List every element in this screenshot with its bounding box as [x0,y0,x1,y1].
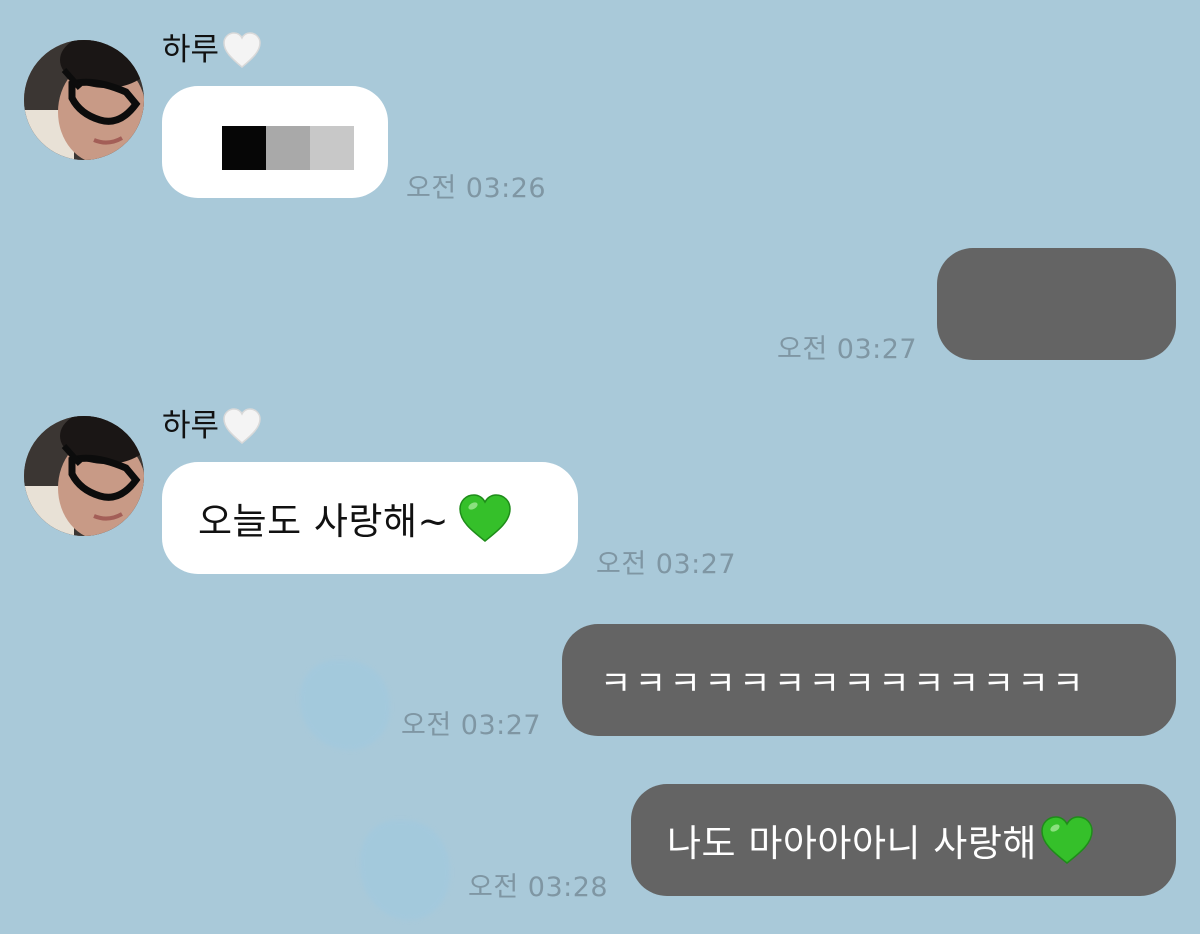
message-timestamp: 오전 03:27 [777,334,918,365]
background-blur-blob [300,660,390,750]
message-content: 오늘도 사랑해~ [198,491,513,545]
message-timestamp: 오전 03:27 [596,549,737,580]
green-heart-icon [457,492,513,544]
contact-name-label: 하루 [162,408,220,444]
message-text: 오늘도 사랑해~ [198,500,450,543]
message-bubble-incoming[interactable]: 오늘도 사랑해~ [162,462,578,574]
message-content: 나도 마아아아니 사랑해 [667,813,1095,867]
censored-block [222,126,354,170]
message-bubble-incoming[interactable] [162,86,388,198]
message-timestamp: 오전 03:26 [406,173,547,204]
white-heart-icon [221,30,263,70]
chat-window: 하루 오전 03:26 오전 03:27 하루 오늘도 사랑해~ 오전 03:2… [0,0,1200,934]
message-content: ㅋㅋㅋㅋㅋㅋㅋㅋㅋㅋㅋㅋㅋㅋ [600,656,1087,705]
green-heart-icon [1039,814,1095,866]
message-bubble-outgoing[interactable]: 나도 마아아아니 사랑해 [631,784,1176,896]
contact-name-label: 하루 [162,32,220,68]
contact-avatar[interactable] [24,416,144,536]
contact-name: 하루 [162,406,263,446]
message-timestamp: 오전 03:27 [401,710,542,741]
contact-name: 하루 [162,30,263,70]
message-bubble-outgoing[interactable] [937,248,1176,360]
white-heart-icon [221,406,263,446]
message-text: ㅋㅋㅋㅋㅋㅋㅋㅋㅋㅋㅋㅋㅋㅋ [600,663,1087,704]
message-text: 나도 마아아아니 사랑해 [667,822,1037,865]
contact-avatar[interactable] [24,40,144,160]
background-blur-blob [360,820,450,920]
message-timestamp: 오전 03:28 [468,872,609,903]
message-bubble-outgoing[interactable]: ㅋㅋㅋㅋㅋㅋㅋㅋㅋㅋㅋㅋㅋㅋ [562,624,1176,736]
